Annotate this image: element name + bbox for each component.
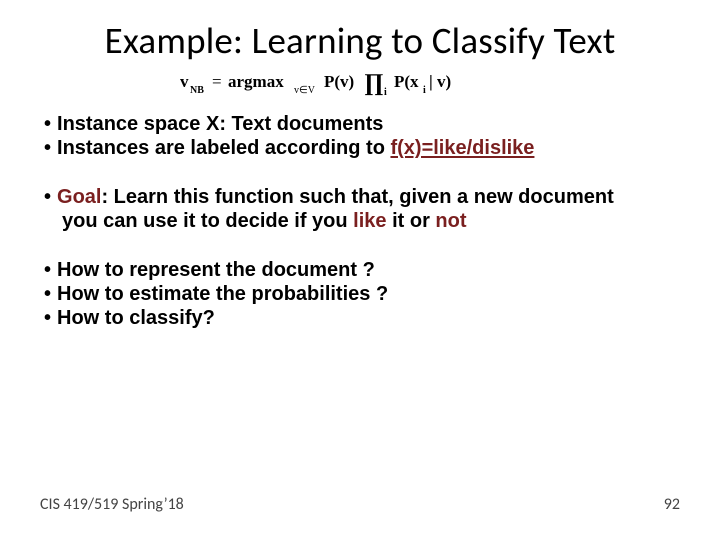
bullet-instance-space: • Instance space X: Text documents xyxy=(44,113,676,137)
bullet-instances-labeled: • Instances are labeled according to f(x… xyxy=(44,137,676,161)
bullet-estimate: • How to estimate the probabilities ? xyxy=(44,283,676,307)
bullet-dot: • xyxy=(44,259,51,283)
svg-text:P(x: P(x xyxy=(394,72,419,91)
svg-text:v: v xyxy=(180,72,189,91)
slide: Example: Learning to Classify Text v NB … xyxy=(0,0,720,540)
bullet-goal-continuation: you can use it to decide if you like it … xyxy=(62,210,676,234)
bullet-text: How to estimate the probabilities ? xyxy=(57,283,388,307)
slide-footer: CIS 419/519 Spring’18 92 xyxy=(40,495,680,514)
svg-text:P(v): P(v) xyxy=(324,72,354,91)
text-fragment: Instances are labeled according to xyxy=(57,137,390,159)
text-fragment: you can use it to decide if you xyxy=(62,210,353,232)
svg-text:argmax: argmax xyxy=(228,72,284,91)
svg-text:| v): | v) xyxy=(429,72,451,91)
svg-text:∏: ∏ xyxy=(364,70,384,96)
bullet-represent: • How to represent the document ? xyxy=(44,259,676,283)
bullet-text: How to represent the document ? xyxy=(57,259,375,283)
footer-page-number: 92 xyxy=(664,495,680,514)
bullet-group-1: • Instance space X: Text documents • Ins… xyxy=(44,113,676,160)
bullet-text: Instances are labeled according to f(x)=… xyxy=(57,137,534,161)
text-fragment: : Learn this function such that, given a… xyxy=(101,186,613,208)
slide-body: • Instance space X: Text documents • Ins… xyxy=(44,113,676,330)
fx-like-dislike: f(x)=like/dislike xyxy=(390,137,534,159)
bullet-dot: • xyxy=(44,113,51,137)
bullet-dot: • xyxy=(44,307,51,331)
bullet-text: you can use it to decide if you like it … xyxy=(62,210,467,234)
bullet-group-2: • Goal: Learn this function such that, g… xyxy=(44,186,676,233)
svg-text:=: = xyxy=(212,72,222,91)
not-word: not xyxy=(435,210,466,232)
svg-text:i: i xyxy=(423,85,426,96)
naive-bayes-formula: v NB = argmax v∈V P(v) ∏ i P(x i | v) xyxy=(44,69,676,99)
bullet-dot: • xyxy=(44,137,51,161)
svg-text:NB: NB xyxy=(190,85,204,96)
bullet-text: Instance space X: Text documents xyxy=(57,113,383,137)
bullet-classify: • How to classify? xyxy=(44,307,676,331)
slide-title: Example: Learning to Classify Text xyxy=(44,18,676,63)
svg-text:i: i xyxy=(384,87,387,98)
bullet-dot: • xyxy=(44,186,51,210)
footer-course: CIS 419/519 Spring’18 xyxy=(40,495,184,514)
bullet-group-3: • How to represent the document ? • How … xyxy=(44,259,676,330)
text-fragment: it or xyxy=(387,210,436,232)
like-word: like xyxy=(353,210,386,232)
bullet-text: How to classify? xyxy=(57,307,215,331)
bullet-dot: • xyxy=(44,283,51,307)
svg-text:v∈V: v∈V xyxy=(294,85,316,96)
bullet-goal: • Goal: Learn this function such that, g… xyxy=(44,186,676,210)
goal-word: Goal xyxy=(57,186,101,208)
bullet-text: Goal: Learn this function such that, giv… xyxy=(57,186,614,210)
